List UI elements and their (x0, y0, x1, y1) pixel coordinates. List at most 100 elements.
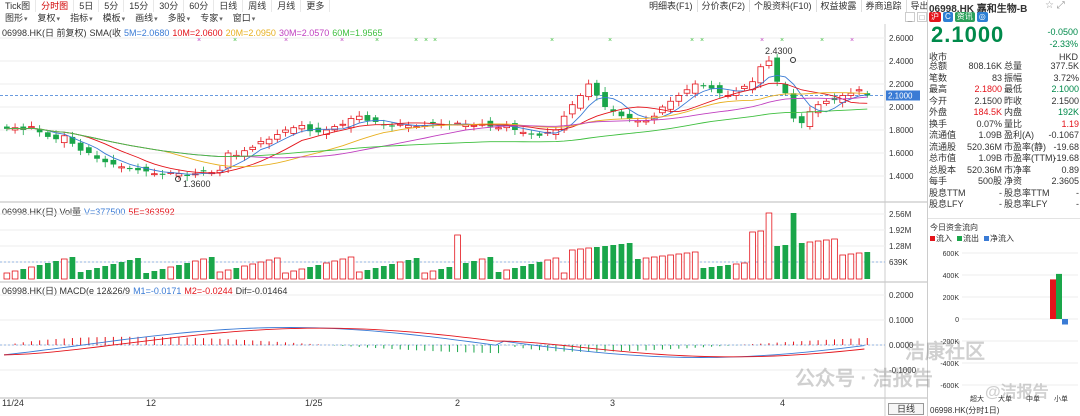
star-icon[interactable]: ☆ ⤢ (1045, 0, 1065, 11)
volume-bar (594, 247, 600, 279)
menu-item-2[interactable]: 指标▾ (65, 12, 98, 24)
event-marker: × (340, 37, 344, 44)
high-marker (790, 57, 796, 63)
menu-item-1[interactable]: 复权▾ (33, 12, 66, 24)
quote-value: 192K (1057, 107, 1079, 117)
toolbar-button-2[interactable]: 个股资料(F10) (750, 0, 817, 12)
toolbar-button-3[interactable]: 权益披露 (817, 0, 862, 12)
candle-body (135, 167, 141, 171)
volume-bar (143, 273, 150, 279)
candle-body (569, 104, 576, 115)
flow-x-label: 小单 (1054, 394, 1068, 403)
ma-line-10 (6, 82, 868, 174)
quote-value: - (1076, 187, 1079, 198)
volume-bar (298, 268, 306, 280)
menu-item-3[interactable]: 模板▾ (98, 12, 131, 24)
candle-body (282, 129, 289, 133)
quote-label: 市净率 (1004, 164, 1032, 175)
volume-bar (823, 239, 830, 280)
toolbar-button-4[interactable]: 券商追踪 (862, 0, 907, 12)
volume-bar (339, 258, 347, 280)
volume-bar (700, 268, 707, 279)
candle-body (241, 150, 248, 157)
volume-bar (634, 259, 641, 279)
tab-5[interactable]: 30分 (154, 0, 185, 12)
candle-body (110, 159, 117, 165)
tab-6[interactable]: 60分 (184, 0, 215, 12)
volume-bar (446, 267, 453, 279)
volume-bar (478, 258, 486, 280)
tab-2[interactable]: 5日 (74, 0, 100, 12)
volume-bar (241, 265, 248, 280)
flow-y-label: 0 (955, 317, 959, 324)
event-marker: × (820, 37, 824, 44)
menu-item-label: 画线 (135, 13, 154, 23)
volume-bar (274, 257, 281, 280)
menu-item-4[interactable]: 画线▾ (130, 12, 163, 24)
quote-badge-2[interactable]: 资讯 (954, 12, 975, 22)
volume-bar (462, 263, 469, 279)
candle-body (94, 155, 100, 159)
quote-row: 每手 500股 净资 2.3605 (928, 176, 1080, 187)
quote-row: 总额 808.16K 总量 377.5K (928, 61, 1080, 72)
maximize-button[interactable]: □ (917, 12, 927, 22)
candle-body (855, 89, 863, 92)
menu-item-label: 专家 (200, 13, 219, 23)
y-tick-label: 1.92M (889, 226, 912, 235)
menu-item-0[interactable]: 图形▾ (0, 12, 33, 24)
candle-body (691, 83, 699, 94)
volume-bar (233, 268, 240, 279)
quote-badge-1[interactable]: C (943, 12, 953, 22)
quote-value: 2.1500 (1051, 95, 1079, 106)
flow-y-label: -600K (940, 383, 959, 390)
flow-bar-inflow (1050, 279, 1056, 319)
stock-charts[interactable]: 2.6000 2.4000 2.2000 2.0000 1.8000 1.6000 1.40… (0, 24, 927, 416)
volume-bar (577, 248, 584, 280)
volume-bar (69, 257, 76, 279)
y-tick-label: 0.2000 (889, 291, 914, 300)
quote-label: 昨收 (1004, 95, 1023, 106)
menu-item-7[interactable]: 窗口▾ (228, 12, 261, 24)
tab-0[interactable]: Tick图 (0, 0, 37, 12)
quote-label: 换手 (929, 118, 948, 129)
volume-bar (626, 243, 633, 279)
y-tick-label: 0.1000 (889, 316, 914, 325)
tab-8[interactable]: 周线 (243, 0, 273, 12)
tab-10[interactable]: 更多 (301, 0, 331, 12)
candle-body (60, 135, 68, 144)
volume-bar (675, 253, 683, 280)
menu-item-5[interactable]: 多股▾ (163, 12, 196, 24)
volume-bar (200, 258, 207, 280)
period-tabs: Tick图 分时图 5日 5分 15分 30分 60分 日线 周线 月线 更多 (0, 0, 640, 12)
volume-bar (347, 256, 355, 280)
volume-bar (249, 263, 256, 280)
quote-value: -0.1067 (1048, 130, 1079, 140)
quote-badge-3[interactable]: ◎ (976, 12, 988, 22)
volume-bar (60, 258, 68, 280)
volume-bar (389, 264, 395, 279)
low-label: 1.3600 (183, 179, 211, 189)
chevron-down-icon: ▾ (251, 16, 256, 23)
tab-1[interactable]: 分时图 (36, 0, 75, 12)
tab-4[interactable]: 15分 (124, 0, 155, 12)
chevron-down-icon: ▾ (219, 16, 223, 23)
toolbar-button-0[interactable]: 明细表(F1) (645, 0, 698, 12)
volume-bar (110, 264, 117, 279)
candle-body (806, 111, 814, 127)
tab-7[interactable]: 日线 (214, 0, 244, 12)
tab-9[interactable]: 月线 (272, 0, 302, 12)
quote-label: 最低 (1004, 84, 1023, 94)
candle-body (200, 170, 207, 172)
tab-3[interactable]: 5分 (99, 0, 125, 12)
minimize-button[interactable]: _ (905, 12, 915, 22)
candle-body (249, 146, 256, 150)
volume-bar (602, 246, 608, 279)
day-line-button[interactable]: 日线 (888, 403, 924, 415)
menu-item-6[interactable]: 专家▾ (195, 12, 228, 24)
volume-bar (438, 269, 445, 279)
quote-badge-0[interactable]: 沪 (929, 12, 941, 22)
current-price-label: 2.1000 (888, 92, 913, 101)
chevron-down-icon: ▾ (24, 16, 28, 23)
volume-bar (831, 238, 838, 280)
toolbar-button-1[interactable]: 分价表(F2) (698, 0, 750, 12)
